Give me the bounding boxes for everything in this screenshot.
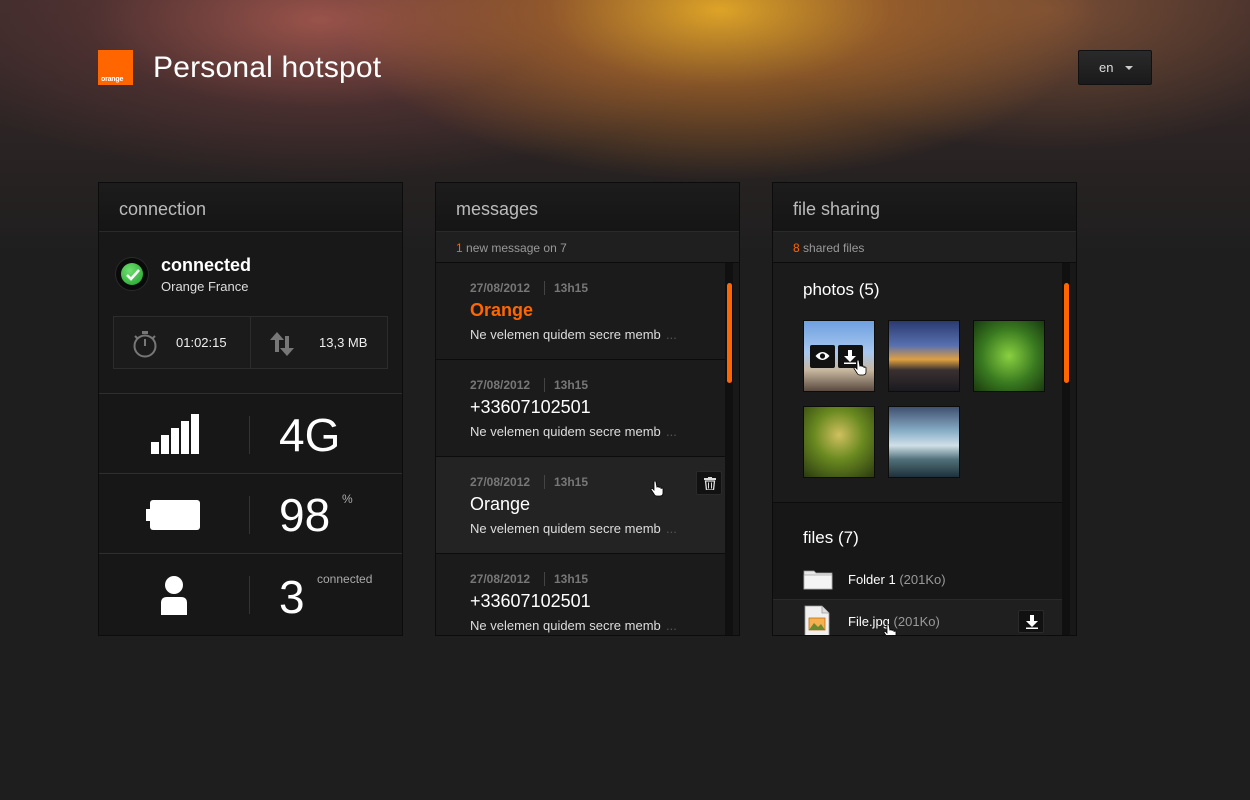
trash-icon [704,477,716,490]
message-ellipsis: ... [666,618,677,633]
download-file-button[interactable] [1018,610,1044,633]
shared-files-text: shared files [803,241,865,255]
file-size: (201Ko) [893,614,940,629]
connection-panel: connection connected Orange France 01:02… [98,182,403,636]
clients-label: connected [317,572,373,586]
message-ellipsis: ... [666,424,677,439]
battery-icon [146,500,200,530]
page-title: Personal hotspot [153,51,382,84]
message-item[interactable]: 27/08/2012 13h15 +33607102501 Ne velemen… [436,360,733,457]
files-section: files (7) Folder 1 (201Ko) File.jpg (201… [773,503,1070,635]
signal-bars-icon [151,414,199,454]
files-scrollbar[interactable] [1062,263,1070,635]
hand-cursor-icon [650,481,664,497]
file-sharing-content: photos (5) files (7) Folder 1 (201Ko) Fi… [773,263,1070,635]
duration-cell: 01:02:15 [114,317,250,368]
photo-thumbnail[interactable] [973,320,1045,392]
connection-status-text: connected [161,255,252,275]
files-title: files (7) [803,528,859,547]
message-item[interactable]: 27/08/2012 13h15 Orange Ne velemen quide… [436,263,733,360]
data-used-cell: 13,3 MB [250,317,386,368]
message-preview: Ne velemen quidem secre memb [470,521,661,536]
view-photo-button[interactable] [810,345,835,368]
orange-logo[interactable]: orange [98,50,133,85]
file-name-label: Folder 1 (201Ko) [848,572,946,587]
clients-metric: 3 connected [99,553,402,635]
shared-files-summary: 8 shared files [773,232,1076,263]
file-name: Folder 1 [848,572,896,587]
message-list: 27/08/2012 13h15 Orange Ne velemen quide… [436,263,733,635]
file-row-folder[interactable]: Folder 1 (201Ko) [773,560,1070,600]
data-used-value: 13,3 MB [319,335,368,350]
divider [249,576,250,614]
battery-unit: % [342,492,353,506]
check-icon [115,257,149,291]
file-size: (201Ko) [899,572,946,587]
file-sharing-panel-title: file sharing [773,183,1076,232]
photo-thumbnail[interactable] [888,406,960,478]
chevron-down-icon [1125,66,1133,70]
messages-summary: 1 new message on 7 [436,232,739,263]
message-date: 27/08/2012 [470,572,531,586]
hand-cursor-icon [853,360,867,376]
folder-icon [803,570,833,590]
message-item[interactable]: 27/08/2012 13h15 Orange Ne velemen quide… [436,457,733,554]
photo-thumbnail[interactable] [888,320,960,392]
files-scroll-thumb[interactable] [1064,283,1069,383]
message-ellipsis: ... [666,327,677,342]
photos-title: photos (5) [803,280,880,299]
image-file-icon [804,605,830,635]
message-item[interactable]: 27/08/2012 13h15 +33607102501 Ne velemen… [436,554,733,635]
message-time: 13h15 [544,572,588,586]
message-sender: +33607102501 [470,397,591,417]
stopwatch-icon [133,331,157,358]
connection-status: connected Orange France [115,255,385,295]
message-ellipsis: ... [666,521,677,536]
battery-metric: 98 % [99,473,402,552]
language-value: en [1099,60,1114,75]
divider [249,416,250,454]
messages-panel: messages 1 new message on 7 27/08/2012 1… [435,182,740,636]
photo-thumbnail[interactable] [803,406,875,478]
message-sender: Orange [470,300,534,320]
message-sender: +33607102501 [470,591,591,611]
network-metric: 4G [99,393,402,472]
message-time: 13h15 [544,378,588,392]
new-message-count: 1 [456,241,463,255]
file-row-image[interactable]: File.jpg (201Ko) [773,599,1070,635]
network-type: 4G [279,409,341,461]
message-date: 27/08/2012 [470,281,531,295]
connection-stats: 01:02:15 13,3 MB [113,316,388,369]
message-preview: Ne velemen quidem secre memb [470,327,661,342]
message-time: 13h15 [544,475,588,489]
eye-icon [815,352,830,360]
message-time: 13h15 [544,281,588,295]
hand-cursor-icon [883,624,897,635]
shared-files-count: 8 [793,241,800,255]
photo-thumbnail[interactable] [803,320,875,392]
logo-text: orange [101,76,124,83]
connection-panel-title: connection [99,183,402,232]
operator-name: Orange France [161,279,249,294]
message-date: 27/08/2012 [470,475,531,489]
download-icon [1026,615,1038,629]
message-date: 27/08/2012 [470,378,531,392]
battery-level: 98 [279,489,331,541]
messages-scrollbar[interactable] [725,263,733,635]
clients-count: 3 [279,571,305,623]
header: orange Personal hotspot en [98,50,1152,90]
message-preview: Ne velemen quidem secre memb [470,424,661,439]
message-preview: Ne velemen quidem secre memb [470,618,661,633]
divider [249,496,250,534]
new-message-text: new message on 7 [466,241,567,255]
messages-panel-title: messages [436,183,739,232]
language-select[interactable]: en [1078,50,1152,85]
message-sender: Orange [470,494,531,514]
file-sharing-panel: file sharing 8 shared files photos (5) f… [772,182,1077,636]
duration-value: 01:02:15 [176,335,227,350]
transfer-arrows-icon [270,332,294,356]
user-icon [161,576,187,615]
messages-scroll-thumb[interactable] [727,283,732,383]
delete-message-button[interactable] [696,471,722,495]
